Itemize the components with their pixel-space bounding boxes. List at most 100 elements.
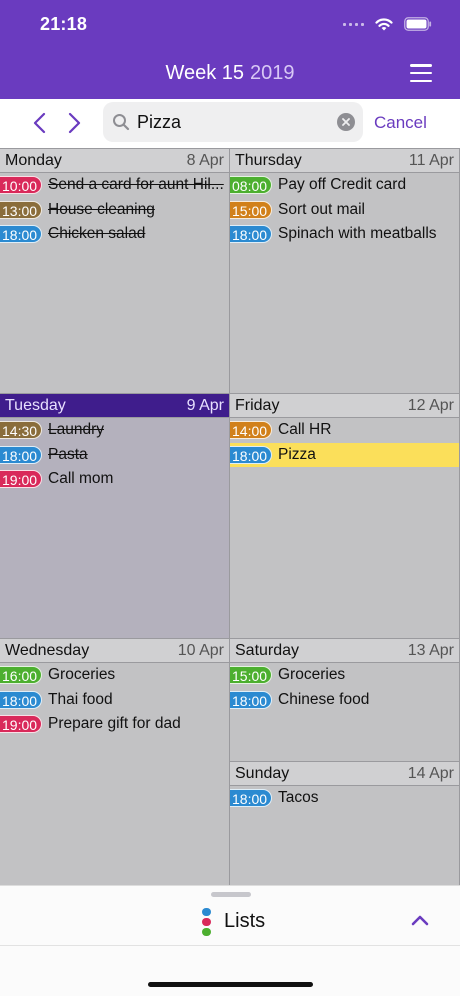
event-item[interactable]: 18:00 Chinese food (230, 688, 459, 713)
event-time-badge: 18:00 (230, 225, 272, 244)
day-header[interactable]: Thursday 11 Apr (230, 149, 459, 173)
day-name: Wednesday (5, 641, 90, 659)
event-list: 16:00 Groceries 18:00 Thai food 19:00 Prepare… (0, 663, 229, 737)
day-date: 14 Apr (407, 764, 454, 782)
day-date: 8 Apr (186, 151, 224, 169)
next-week-button[interactable] (64, 111, 84, 135)
week-label: Week 15 (165, 62, 245, 84)
event-item[interactable]: 18:00 Thai food (0, 688, 229, 713)
event-title: Thai food (48, 690, 113, 708)
event-title: Groceries (48, 666, 116, 684)
clear-search-button[interactable] (337, 113, 355, 131)
event-item[interactable]: 18:00 Spinach with meatballs (230, 222, 459, 247)
search-input[interactable] (137, 109, 327, 135)
day-header[interactable]: Friday 12 Apr (230, 394, 459, 418)
event-title: Send a card for aunt Hil... (48, 176, 224, 194)
status-time: 21:18 (40, 14, 88, 34)
day-date: 13 Apr (407, 641, 454, 659)
event-time-badge: 19:00 (0, 715, 42, 734)
day-name: Sunday (235, 764, 290, 782)
event-list: 14:30 Laundry 18:00 Pasta 19:00 Call mom (0, 418, 229, 492)
day-name: Friday (235, 396, 280, 414)
event-time-badge: 14:00 (230, 421, 272, 440)
search-bar: Cancel (0, 99, 460, 148)
event-title: Groceries (278, 666, 346, 684)
day-header[interactable]: Sunday 14 Apr (230, 762, 459, 786)
event-time-badge: 08:00 (230, 176, 272, 195)
event-item[interactable]: 15:00 Sort out mail (230, 198, 459, 223)
day-header[interactable]: Saturday 13 Apr (230, 639, 459, 663)
event-time-badge: 15:00 (230, 200, 272, 219)
event-title: Laundry (48, 421, 105, 439)
event-time-badge: 15:00 (230, 666, 272, 685)
search-icon (113, 114, 130, 131)
week-calendar: Monday 8 Apr 10:00 Send a card for aunt Hil… (0, 148, 460, 886)
previous-week-button[interactable] (30, 111, 50, 135)
day-cell-friday[interactable]: Friday 12 Apr 14:00 Call HR 18:00 Pizza (230, 394, 460, 639)
cancel-button[interactable]: Cancel (374, 113, 427, 133)
day-cell-thursday[interactable]: Thursday 11 Apr 08:00 Pay off Credit card 15… (230, 149, 460, 394)
day-cell-sunday[interactable]: Sunday 14 Apr 18:00 Tacos (230, 762, 460, 886)
event-item[interactable]: 14:00 Call HR (230, 418, 459, 443)
wifi-icon (375, 17, 393, 30)
day-name: Saturday (235, 641, 300, 659)
day-date: 12 Apr (407, 396, 454, 414)
event-item[interactable]: 19:00 Prepare gift for dad (0, 712, 229, 737)
event-item[interactable]: 18:00 Pasta (0, 443, 229, 468)
event-list: 18:00 Tacos (230, 786, 459, 811)
day-header[interactable]: Monday 8 Apr (0, 149, 229, 173)
event-title: House cleaning (48, 200, 155, 218)
event-title: Pizza (278, 445, 316, 463)
event-list: 10:00 Send a card for aunt Hil... 13:00 Hou… (0, 173, 229, 247)
search-field[interactable] (103, 102, 363, 142)
event-time-badge: 18:00 (0, 225, 42, 244)
event-item[interactable]: 18:00 Tacos (230, 786, 459, 811)
event-title: Call mom (48, 470, 114, 488)
lists-icon (202, 908, 212, 936)
close-icon (342, 118, 350, 126)
event-item[interactable]: 14:30 Laundry (0, 418, 229, 443)
event-item[interactable]: 16:00 Groceries (0, 663, 229, 688)
event-title: Call HR (278, 421, 332, 439)
day-name: Tuesday (5, 396, 66, 414)
day-cell-tuesday[interactable]: Tuesday 9 Apr 14:30 Laundry 18:00 Pasta 19:00 C… (0, 394, 230, 639)
event-title: Pasta (48, 445, 88, 463)
event-time-badge: 13:00 (0, 200, 42, 219)
event-item[interactable]: 15:00 Groceries (230, 663, 459, 688)
event-item[interactable]: 19:00 Call mom (0, 467, 229, 492)
day-date: 10 Apr (177, 641, 224, 659)
day-name: Monday (5, 151, 62, 169)
battery-icon (404, 17, 432, 31)
event-time-badge: 16:00 (0, 666, 42, 685)
event-item[interactable]: 08:00 Pay off Credit card (230, 173, 459, 198)
day-header[interactable]: Wednesday 10 Apr (0, 639, 229, 663)
menu-button[interactable] (410, 64, 432, 82)
day-cell-saturday[interactable]: Saturday 13 Apr 15:00 Groceries 18:00 Chinese… (230, 639, 460, 762)
lists-label: Lists (224, 910, 266, 932)
year-label: 2019 (250, 62, 295, 84)
event-item[interactable]: 18:00 Pizza (230, 442, 459, 467)
lists-row[interactable]: Lists (0, 906, 460, 946)
event-title: Chinese food (278, 690, 370, 708)
day-cell-monday[interactable]: Monday 8 Apr 10:00 Send a card for aunt Hil… (0, 149, 230, 394)
day-name: Thursday (235, 151, 302, 169)
chevron-up-icon[interactable] (410, 912, 430, 928)
event-item[interactable]: 13:00 House cleaning (0, 198, 229, 223)
day-cell-wednesday[interactable]: Wednesday 10 Apr 16:00 Groceries 18:00 Thai f… (0, 639, 230, 886)
sheet-grabber[interactable] (211, 892, 251, 897)
day-date: 9 Apr (186, 396, 224, 414)
home-indicator (148, 982, 313, 987)
event-time-badge: 18:00 (230, 690, 272, 709)
event-list: 14:00 Call HR 18:00 Pizza (230, 418, 459, 467)
event-list: 08:00 Pay off Credit card 15:00 Sort out ma… (230, 173, 459, 247)
event-time-badge: 18:00 (230, 789, 272, 808)
status-icons (343, 14, 432, 34)
event-time-badge: 10:00 (0, 176, 42, 195)
event-time-badge: 18:00 (0, 445, 42, 464)
event-title: Prepare gift for dad (48, 715, 181, 733)
event-item[interactable]: 10:00 Send a card for aunt Hil... (0, 173, 229, 198)
event-item[interactable]: 18:00 Chicken salad (0, 222, 229, 247)
event-time-badge: 18:00 (0, 690, 42, 709)
day-header[interactable]: Tuesday 9 Apr (0, 394, 229, 418)
hamburger-icon (410, 64, 432, 67)
